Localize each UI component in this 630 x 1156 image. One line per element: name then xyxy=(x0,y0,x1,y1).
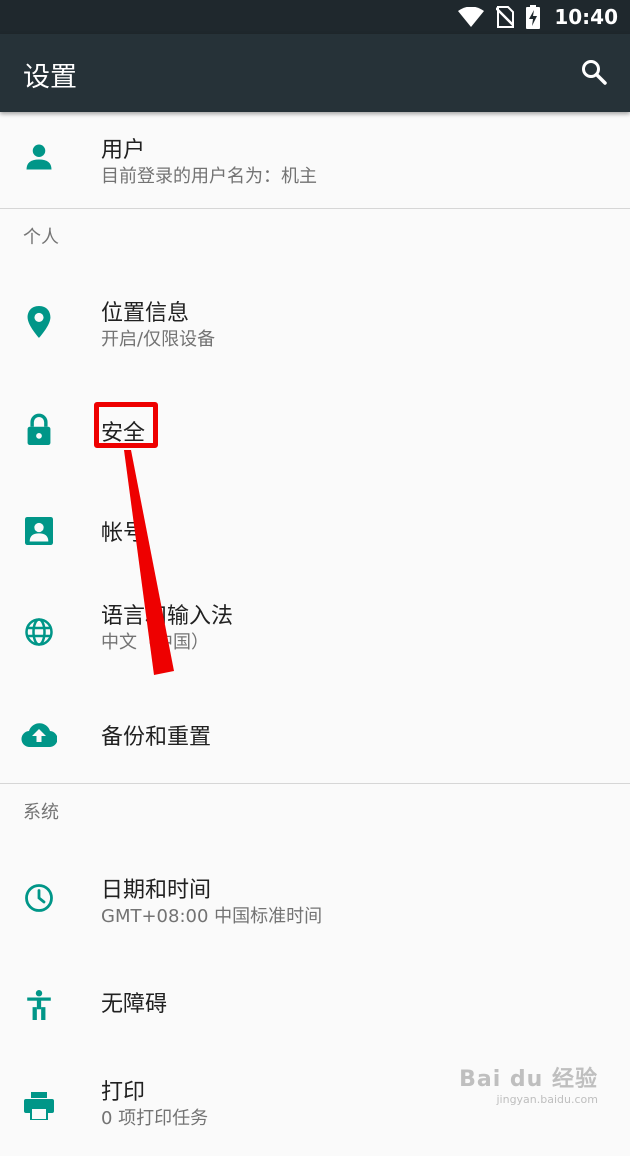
watermark-url: jingyan.baidu.com xyxy=(496,1093,598,1106)
settings-item-user[interactable]: 用户 目前登录的用户名为：机主 xyxy=(0,112,630,208)
section-header-label: 个人 xyxy=(23,227,59,248)
settings-list: 用户 目前登录的用户名为：机主 个人 位置信息 开启/仅限设备 安全 帐号 语言… xyxy=(0,112,630,1156)
app-bar: 设置 xyxy=(0,34,630,112)
location-icon xyxy=(20,303,58,341)
settings-item-title: 日期和时间 xyxy=(101,878,212,903)
settings-item-title: 位置信息 xyxy=(101,301,190,326)
battery-charging-icon xyxy=(526,5,541,29)
section-header-system: 系统 xyxy=(0,784,630,840)
settings-item-title: 打印 xyxy=(101,1080,146,1105)
section-header-personal: 个人 xyxy=(0,209,630,265)
settings-item-accessibility[interactable]: 无障碍 xyxy=(0,954,630,1055)
settings-item-title: 帐号 xyxy=(101,521,146,546)
wifi-icon xyxy=(458,7,485,27)
lock-icon xyxy=(20,410,58,448)
settings-item-date-time[interactable]: 日期和时间 GMT+08:00 中国标准时间 xyxy=(0,840,630,954)
account-icon xyxy=(20,512,58,550)
settings-item-subtitle: 目前登录的用户名为：机主 xyxy=(101,166,317,187)
watermark: Bai du 经验 jingyan.baidu.com xyxy=(459,1061,598,1106)
no-sim-icon xyxy=(496,6,515,28)
print-icon xyxy=(20,1087,58,1125)
settings-item-subtitle: 开启/仅限设备 xyxy=(101,329,216,350)
settings-item-title: 语言和输入法 xyxy=(101,604,234,629)
section-header-label: 系统 xyxy=(23,802,59,823)
settings-item-title: 用户 xyxy=(101,138,146,163)
settings-item-subtitle: 中文（中国） xyxy=(101,632,209,653)
search-icon xyxy=(580,58,608,90)
page-title: 设置 xyxy=(23,62,77,93)
settings-item-location[interactable]: 位置信息 开启/仅限设备 xyxy=(0,265,630,379)
cloud-upload-icon xyxy=(20,715,58,753)
person-icon xyxy=(20,138,58,176)
search-button[interactable] xyxy=(576,56,612,92)
settings-item-language[interactable]: 语言和输入法 中文（中国） xyxy=(0,581,630,682)
annotation-highlight-box xyxy=(94,402,158,448)
globe-icon xyxy=(20,613,58,651)
clock-icon xyxy=(20,879,58,917)
watermark-logo: Bai du 经验 xyxy=(459,1067,598,1092)
settings-item-subtitle: GMT+08:00 中国标准时间 xyxy=(101,906,323,927)
accessibility-icon xyxy=(20,986,58,1024)
status-bar: 10:40 xyxy=(0,0,630,34)
settings-item-subtitle: 0 项打印任务 xyxy=(101,1108,209,1129)
settings-item-accounts[interactable]: 帐号 xyxy=(0,480,630,581)
settings-item-title: 无障碍 xyxy=(101,992,168,1017)
settings-item-title: 备份和重置 xyxy=(101,725,212,750)
status-time: 10:40 xyxy=(554,5,618,29)
settings-item-backup-reset[interactable]: 备份和重置 xyxy=(0,682,630,783)
